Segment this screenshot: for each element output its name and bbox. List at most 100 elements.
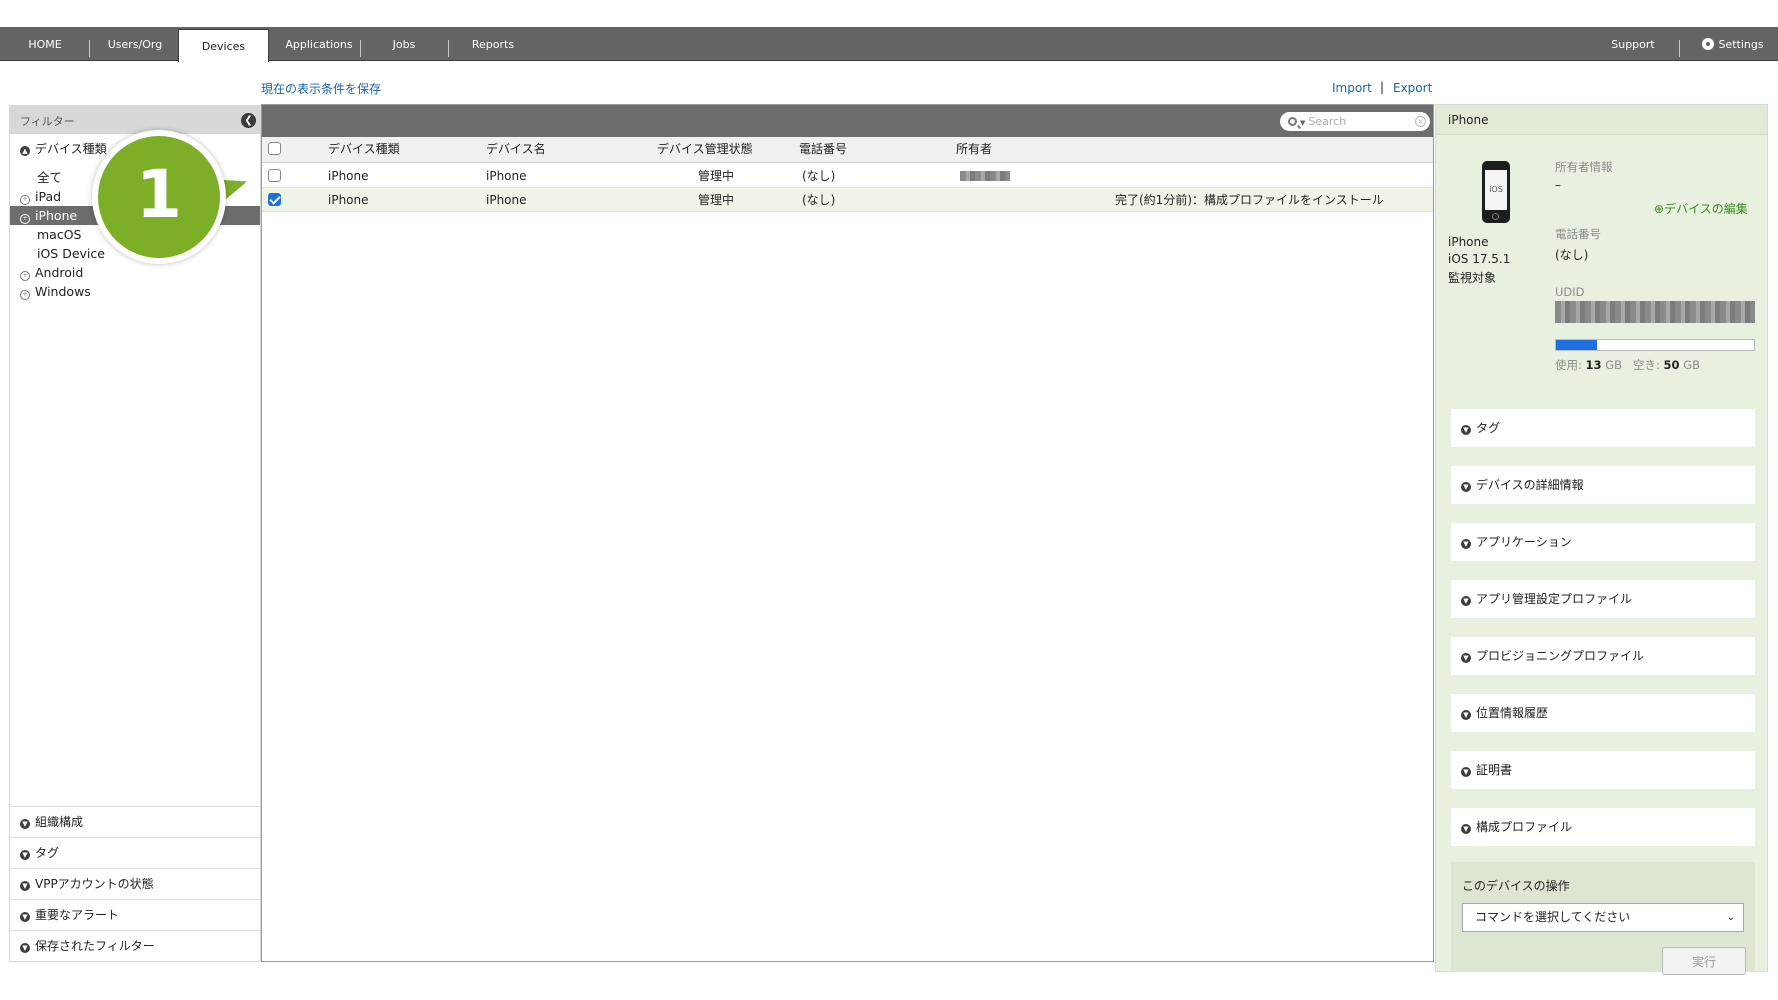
section-location-history[interactable]: ▼ 位置情報履歴 <box>1451 694 1755 732</box>
chevron-down-icon: ⌄ <box>1726 912 1735 923</box>
filter-section-saved[interactable]: ▼ 保存されたフィルター <box>10 930 260 961</box>
cell-phone: (なし) <box>802 169 836 183</box>
filter-section-label: タグ <box>35 846 60 860</box>
chevron-down-icon: ▼ <box>20 819 30 829</box>
supervised-label: 監視対象 <box>1448 271 1497 285</box>
chevron-down-icon: ▼ <box>1461 824 1471 834</box>
section-provisioning[interactable]: ▼ プロビジョニングプロファイル <box>1451 637 1755 675</box>
section-certificates[interactable]: ▼ 証明書 <box>1451 751 1755 789</box>
search-input[interactable]: ▼ Search × <box>1280 112 1430 131</box>
tab-jobs[interactable]: Jobs <box>370 27 438 61</box>
filter-header: フィルター ❮ <box>10 106 260 134</box>
storage-free-label: 空き: <box>1632 358 1660 372</box>
search-icon <box>1288 117 1297 126</box>
nav-separator <box>360 40 361 57</box>
column-header[interactable]: 所有者 <box>956 137 992 161</box>
filter-item-label: iPad <box>35 189 62 204</box>
row-checkbox[interactable] <box>268 193 281 206</box>
storage-unit: GB <box>1683 358 1700 372</box>
support-link[interactable]: Support <box>1600 27 1666 61</box>
filter-item-label: iPhone <box>35 208 78 223</box>
section-app-config[interactable]: ▼ アプリ管理設定プロファイル <box>1451 580 1755 618</box>
select-all-checkbox[interactable] <box>268 142 281 155</box>
tab-applications[interactable]: Applications <box>274 27 364 61</box>
edit-device-link[interactable]: ⊕デバイスの編集 <box>1654 200 1748 217</box>
search-placeholder: Search <box>1308 115 1347 128</box>
nav-separator <box>1679 40 1680 57</box>
column-header[interactable]: デバイス名 <box>486 137 546 161</box>
storage-unit: GB <box>1605 358 1623 372</box>
cell-status: 管理中 <box>698 193 735 207</box>
chevron-down-icon: ▼ <box>1461 710 1471 720</box>
table-row[interactable]: iPhone iPhone 管理中 (なし) <box>262 164 1433 188</box>
filter-item-label: Android <box>35 265 84 280</box>
nav-separator <box>89 40 90 57</box>
section-tags[interactable]: ▼ タグ <box>1451 409 1755 447</box>
storage-used-value: 13 <box>1585 358 1602 372</box>
chevron-down-icon: ▼ <box>1461 539 1471 549</box>
device-type-label: デバイス種類 <box>35 142 107 156</box>
cell-type: iPhone <box>328 193 369 207</box>
export-link[interactable]: Export <box>1393 81 1432 95</box>
plus-circle-icon: ⊕ <box>1654 202 1665 216</box>
command-select[interactable]: コマンドを選択してください ⌄ <box>1462 903 1744 932</box>
table-row[interactable]: iPhone iPhone 管理中 (なし) 完了(約1分前)：構成プロファイル… <box>262 188 1433 212</box>
filter-section-label: 重要なアラート <box>35 908 120 922</box>
storage-used-label: 使用: <box>1555 358 1582 372</box>
expand-icon: + <box>20 271 30 281</box>
chevron-down-icon: ▼ <box>1461 425 1471 435</box>
tab-devices[interactable]: Devices <box>178 29 269 62</box>
chevron-down-icon: ▼ <box>1461 596 1471 606</box>
section-config-profiles[interactable]: ▼ 構成プロファイル <box>1451 808 1755 846</box>
import-link[interactable]: Import <box>1332 81 1372 95</box>
chevron-down-icon: ▼ <box>1461 653 1471 663</box>
tab-users-org[interactable]: Users/Org <box>95 27 175 61</box>
collapse-panel-button[interactable]: ❮ <box>241 113 256 128</box>
filter-section-label: VPPアカウントの状態 <box>35 877 154 891</box>
row-checkbox[interactable] <box>268 169 281 182</box>
top-nav: HOME Users/Org Devices Applications Jobs… <box>0 27 1778 62</box>
filter-item-android[interactable]: + Android <box>10 263 260 282</box>
storage-usage: 使用: 13 GB 空き: 50 GB <box>1555 357 1700 373</box>
expand-icon: + <box>20 195 30 205</box>
section-label: 位置情報履歴 <box>1476 706 1549 720</box>
os-version: iOS 17.5.1 <box>1448 252 1511 266</box>
filter-section-label: 組織構成 <box>35 815 84 829</box>
section-label: アプリ管理設定プロファイル <box>1476 592 1633 606</box>
cell-type: iPhone <box>328 169 369 183</box>
tab-reports[interactable]: Reports <box>458 27 528 61</box>
iphone-icon: iOS <box>1482 161 1510 223</box>
chevron-down-icon: ▼ <box>1300 119 1306 127</box>
table-toolbar: ▼ Search × <box>262 105 1433 137</box>
filter-section-alerts[interactable]: ▼ 重要なアラート <box>10 899 260 930</box>
nav-separator <box>448 40 449 57</box>
column-header[interactable]: デバイス管理状態 <box>657 137 753 161</box>
tab-home[interactable]: HOME <box>10 27 80 61</box>
udid-redacted <box>1555 301 1755 323</box>
run-button[interactable]: 実行 <box>1662 947 1746 975</box>
clear-icon[interactable]: × <box>1415 116 1426 127</box>
column-header[interactable]: デバイス種類 <box>328 137 400 161</box>
filter-item-windows[interactable]: + Windows <box>10 282 260 301</box>
filter-section-org[interactable]: ▼ 組織構成 <box>10 806 260 837</box>
chevron-down-icon: ▼ <box>20 943 30 953</box>
section-label: タグ <box>1476 421 1501 435</box>
cell-status: 管理中 <box>698 169 735 183</box>
storage-free-value: 50 <box>1663 358 1680 372</box>
device-operations: このデバイスの操作 コマンドを選択してください ⌄ 実行 <box>1451 862 1755 975</box>
chevron-down-icon: ▼ <box>20 850 30 860</box>
section-applications[interactable]: ▼ アプリケーション <box>1451 523 1755 561</box>
settings-label: Settings <box>1718 38 1764 51</box>
settings-link[interactable]: Settings <box>1690 27 1776 61</box>
callout-marker: 1 <box>92 130 226 264</box>
storage-bar <box>1555 339 1755 351</box>
filter-section-tag[interactable]: ▼ タグ <box>10 837 260 868</box>
save-view-link[interactable]: 現在の表示条件を保存 <box>261 80 381 97</box>
storage-used-fill <box>1556 340 1597 350</box>
filter-section-vpp[interactable]: ▼ VPPアカウントの状態 <box>10 868 260 899</box>
chevron-down-icon: ▼ <box>1461 767 1471 777</box>
column-header[interactable]: 電話番号 <box>799 137 847 161</box>
section-device-details[interactable]: ▼ デバイスの詳細情報 <box>1451 466 1755 504</box>
command-select-value: コマンドを選択してください <box>1475 910 1631 924</box>
section-label: デバイスの詳細情報 <box>1476 478 1584 492</box>
